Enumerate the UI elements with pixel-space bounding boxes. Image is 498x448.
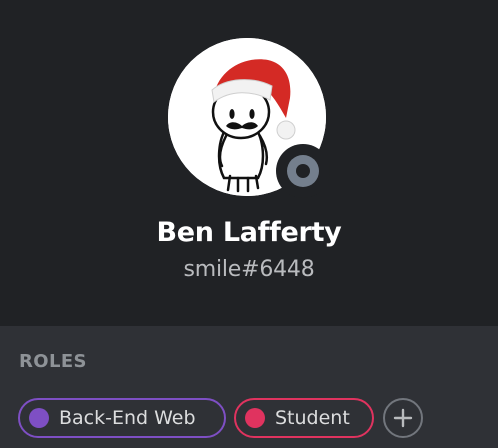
role-color-dot[interactable] xyxy=(245,408,265,428)
profile-header: Ben Lafferty smile#6448 xyxy=(0,0,498,326)
roles-section-title: ROLES xyxy=(19,351,87,372)
profile-body: ROLES Back-End Web Student xyxy=(0,326,498,448)
role-pill-student[interactable]: Student xyxy=(234,398,374,438)
role-name: Student xyxy=(275,407,350,429)
plus-icon xyxy=(393,408,413,428)
role-color-dot[interactable] xyxy=(29,408,49,428)
avatar-wrapper[interactable] xyxy=(168,38,330,198)
user-profile-popout: Ben Lafferty smile#6448 ROLES Back-End W… xyxy=(0,0,498,448)
status-indicator xyxy=(276,144,330,198)
profile-tag: smile#6448 xyxy=(183,257,315,282)
role-name: Back-End Web xyxy=(59,407,196,429)
add-role-button[interactable] xyxy=(383,398,423,438)
offline-status-icon xyxy=(287,155,319,187)
profile-display-name: Ben Lafferty xyxy=(156,217,342,248)
role-pill-back-end-web[interactable]: Back-End Web xyxy=(18,398,226,438)
